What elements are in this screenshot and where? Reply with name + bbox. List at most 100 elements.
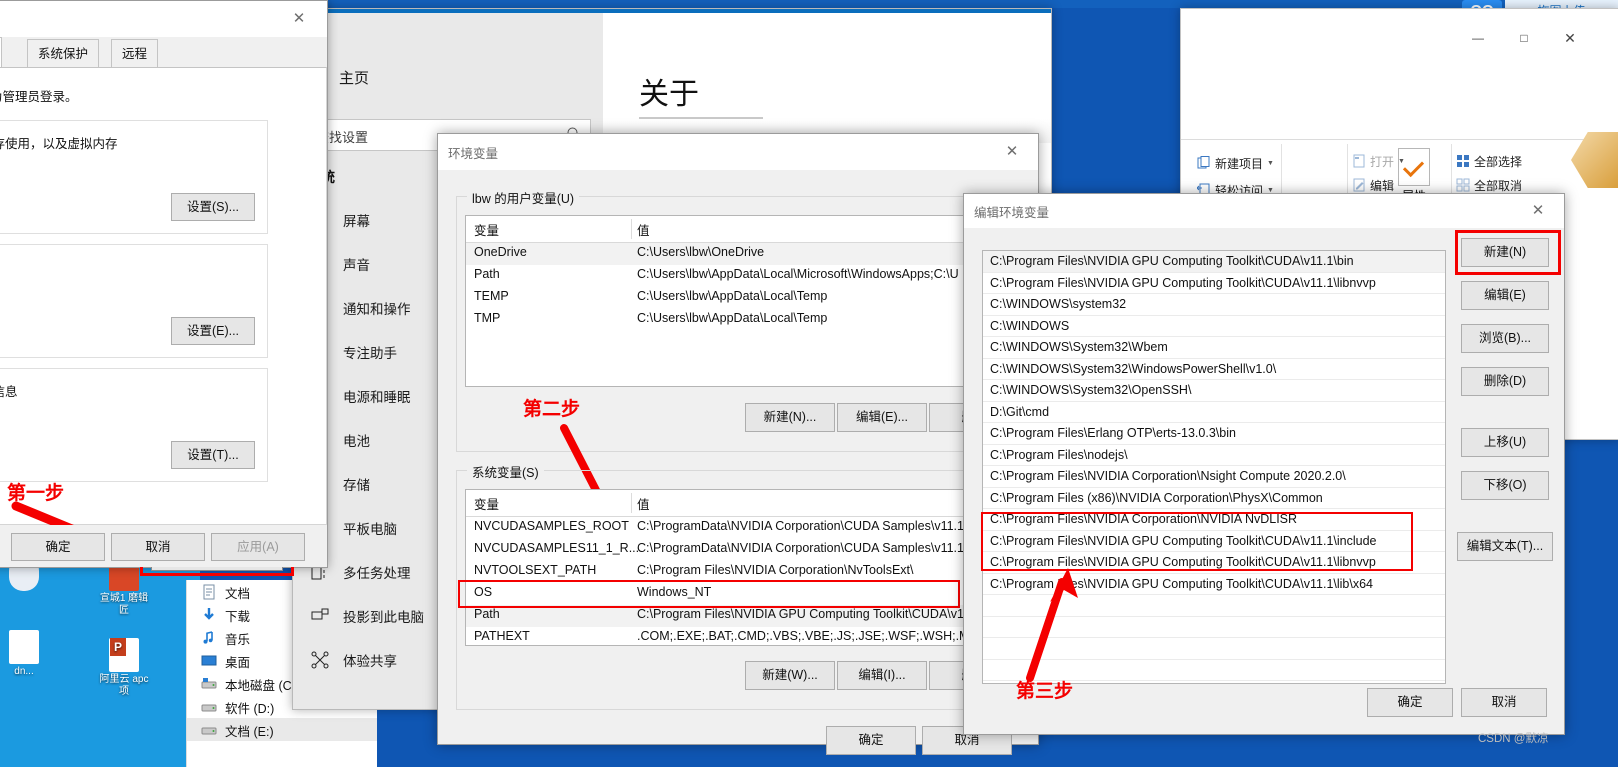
desktop-icon[interactable]: dn...: [0, 630, 52, 678]
list-item[interactable]: D:\Git\cmd: [983, 402, 1445, 423]
path-entry: C:\WINDOWS\System32\WindowsPowerShell\v1…: [990, 361, 1277, 376]
tab-remote[interactable]: 远程: [111, 39, 159, 69]
group-description: 和调试信息: [0, 385, 18, 399]
new-item-label: 新建项目: [1215, 156, 1264, 171]
new-item-button[interactable]: 新建项目 ▼: [1193, 152, 1281, 174]
table-row[interactable]: Path C:\Users\lbw\AppData\Local\Microsof…: [466, 265, 1012, 287]
path-entries-list[interactable]: C:\Program Files\NVIDIA GPU Computing To…: [982, 250, 1446, 684]
user-variables-table[interactable]: 变量 值 OneDrive C:\Users\lbw\OneDrive Path…: [465, 215, 1013, 387]
list-item[interactable]: C:\Program Files\NVIDIA Corporation\Nsig…: [983, 466, 1445, 488]
entry-new-button[interactable]: 新建(N): [1461, 238, 1549, 267]
variable-value: C:\Users\lbw\AppData\Local\Microsoft\Win…: [637, 267, 959, 281]
env-ok-button[interactable]: 确定: [826, 726, 916, 755]
nav-item-label: 本地磁盘 (C:): [225, 679, 300, 693]
nav-item-label: 桌面: [225, 656, 251, 670]
list-item[interactable]: C:\Program Files (x86)\NVIDIA Corporatio…: [983, 488, 1445, 509]
table-row[interactable]: OneDrive C:\Users\lbw\OneDrive: [466, 243, 1012, 265]
edit-cancel-button[interactable]: 取消: [1461, 688, 1547, 717]
system-edit-button[interactable]: 编辑(I)...: [837, 661, 927, 690]
table-row[interactable]: Path C:\Program Files\NVIDIA GPU Computi…: [466, 605, 1012, 627]
list-item[interactable]: C:\WINDOWS: [983, 316, 1445, 337]
variable-value: C:\Program Files\NVIDIA GPU Computing To…: [637, 607, 981, 621]
select-all-label: 全部选择: [1474, 154, 1523, 169]
ok-button[interactable]: 确定: [11, 533, 105, 561]
list-item[interactable]: C:\WINDOWS\System32\Wbem: [983, 337, 1445, 359]
list-item[interactable]: C:\Program Files\NVIDIA GPU Computing To…: [983, 251, 1445, 273]
select-none-icon: [1456, 178, 1470, 192]
documents-icon: [201, 584, 217, 600]
close-icon[interactable]: ✕: [1518, 197, 1558, 225]
table-header: 变量 值: [466, 216, 1012, 243]
tab-system-protection[interactable]: 系统保护: [27, 39, 100, 69]
explorer-minimize-button[interactable]: —: [1455, 25, 1501, 51]
entry-move-up-button[interactable]: 上移(U): [1461, 428, 1549, 457]
list-item[interactable]: [983, 595, 1445, 617]
entry-browse-button[interactable]: 浏览(B)...: [1461, 324, 1549, 353]
entry-move-down-button[interactable]: 下移(O): [1461, 471, 1549, 500]
table-row[interactable]: NVCUDASAMPLES_ROOT C:\ProgramData\NVIDIA…: [466, 517, 1012, 539]
nav-item-documents-e[interactable]: 文档 (E:): [187, 718, 377, 741]
sidebar-item-label: 声音: [343, 258, 370, 273]
close-icon[interactable]: ✕: [992, 138, 1032, 166]
list-item[interactable]: C:\Program Files\NVIDIA GPU Computing To…: [983, 574, 1445, 595]
column-divider[interactable]: [631, 219, 632, 239]
system-new-button[interactable]: 新建(W)...: [745, 661, 835, 690]
list-item[interactable]: C:\WINDOWS\system32: [983, 294, 1445, 316]
list-item[interactable]: C:\Program Files\Erlang OTP\erts-13.0.3\…: [983, 423, 1445, 445]
entry-edit-button[interactable]: 编辑(E): [1461, 281, 1549, 310]
list-item[interactable]: [983, 638, 1445, 660]
user-profiles-settings-button[interactable]: 设置(E)...: [171, 317, 255, 345]
system-properties-tabstrip: 级 系统保护 远程: [0, 37, 327, 70]
select-all-icon: [1456, 154, 1470, 168]
system-properties-titlebar: [0, 1, 327, 37]
sidebar-item-label: 专注助手: [343, 346, 397, 361]
env-dialog-title: 环境变量: [448, 147, 499, 161]
drive-icon: [201, 699, 217, 715]
user-new-button[interactable]: 新建(N)...: [745, 403, 835, 432]
chevron-down-icon[interactable]: ▼: [1398, 158, 1405, 165]
list-item[interactable]: C:\WINDOWS\System32\WindowsPowerShell\v1…: [983, 359, 1445, 380]
variable-value: C:\ProgramData\NVIDIA Corporation\CUDA S…: [637, 519, 964, 533]
step-3-annotation: 第三步: [1016, 681, 1074, 702]
step-1-annotation: 第一步: [7, 483, 65, 504]
list-item[interactable]: C:\WINDOWS\System32\OpenSSH\: [983, 380, 1445, 402]
chevron-down-icon[interactable]: ▼: [1267, 160, 1274, 167]
system-variables-table[interactable]: 变量 值 NVCUDASAMPLES_ROOT C:\ProgramData\N…: [465, 489, 1013, 646]
desktop-wallpaper-area: 宣城1 磨辑匠 dn... P 阿里云 apc项: [0, 555, 200, 767]
cancel-button[interactable]: 取消: [111, 533, 205, 561]
close-icon[interactable]: ✕: [279, 5, 319, 33]
desktop-icon[interactable]: P 阿里云 apc项: [96, 630, 152, 698]
entry-delete-button[interactable]: 删除(D): [1461, 367, 1549, 396]
apply-button[interactable]: 应用(A): [211, 533, 305, 561]
explorer-maximize-button[interactable]: □: [1501, 25, 1547, 51]
edit-dialog-titlebar: [964, 194, 1564, 228]
performance-settings-button[interactable]: 设置(S)...: [171, 193, 255, 221]
list-item[interactable]: C:\Program Files\NVIDIA GPU Computing To…: [983, 273, 1445, 294]
group-description: 划，内存使用，以及虚拟内存: [0, 137, 118, 151]
table-row[interactable]: PATHEXT .COM;.EXE;.BAT;.CMD;.VBS;.VBE;.J…: [466, 627, 1012, 645]
user-variables-legend: lbw 的用户变量(U): [467, 188, 580, 207]
sidebar-item-home[interactable]: 主页: [293, 53, 603, 103]
admin-note: 你必须作为管理员登录。: [0, 90, 78, 104]
open-button[interactable]: 打开 ▼: [1348, 150, 1452, 172]
tab-advanced[interactable]: 级: [0, 37, 2, 70]
variable-name: NVCUDASAMPLES11_1_R...: [474, 541, 640, 555]
table-row[interactable]: NVCUDASAMPLES11_1_R... C:\ProgramData\NV…: [466, 539, 1012, 561]
edit-dialog-title: 编辑环境变量: [974, 206, 1050, 220]
table-row[interactable]: TMP C:\Users\lbw\AppData\Local\Temp: [466, 309, 1012, 331]
variable-name: Path: [474, 607, 500, 621]
user-profiles-group: 面设置 设置(E)...: [0, 244, 268, 358]
column-divider[interactable]: [631, 493, 632, 513]
list-item[interactable]: [983, 617, 1445, 638]
user-edit-button[interactable]: 编辑(E)...: [837, 403, 927, 432]
explorer-close-button[interactable]: ✕: [1547, 25, 1593, 51]
path-entry: C:\Program Files\NVIDIA GPU Computing To…: [990, 576, 1374, 591]
table-row[interactable]: TEMP C:\Users\lbw\AppData\Local\Temp: [466, 287, 1012, 309]
step-2-annotation: 第二步: [523, 399, 581, 420]
open-icon: [1352, 154, 1366, 168]
startup-recovery-settings-button[interactable]: 设置(T)...: [171, 441, 255, 469]
list-item[interactable]: C:\Program Files\nodejs\: [983, 445, 1445, 466]
entry-edit-text-button[interactable]: 编辑文本(T)...: [1457, 532, 1553, 561]
powerpoint-icon: P: [109, 638, 139, 672]
edit-ok-button[interactable]: 确定: [1367, 688, 1453, 717]
